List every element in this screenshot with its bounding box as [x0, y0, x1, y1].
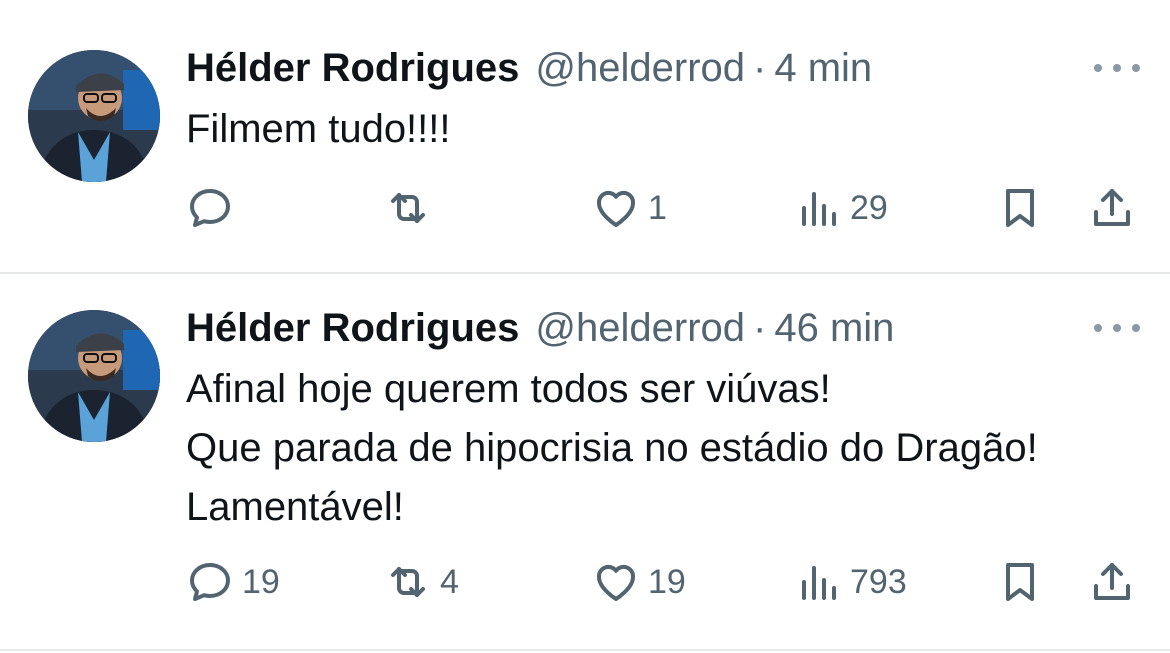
tweet-header: Hélder Rodrigues @helderrod · 46 min	[186, 306, 894, 354]
tweet-text-line: Que parada de hipocrisia no estádio do D…	[186, 426, 1038, 470]
tweet-text: Afinal hoje querem todos ser viúvas! Que…	[186, 360, 1038, 537]
separator-dot: ·	[753, 306, 767, 350]
bookmark-button[interactable]	[996, 552, 1044, 612]
reply-button[interactable]: 19	[186, 552, 280, 612]
speech-bubble-icon	[190, 563, 230, 601]
heart-icon	[597, 564, 635, 601]
tweet-text-line: Afinal hoje querem todos ser viúvas!	[186, 367, 831, 411]
retweet-arrows-icon	[391, 567, 425, 597]
timestamp[interactable]: 46 min	[774, 306, 894, 351]
retweet-button[interactable]: 4	[384, 552, 459, 612]
action-bar: 19 4 19 793	[0, 552, 1170, 612]
like-button[interactable]: 19	[592, 552, 686, 612]
bookmark-icon	[1006, 563, 1034, 601]
share-upload-icon	[1094, 563, 1130, 600]
tweet[interactable]: Hélder Rodrigues @helderrod · 46 min Afi…	[0, 0, 1170, 601]
tweet-text-line: Lamentável!	[186, 485, 404, 529]
views-button[interactable]: 793	[794, 552, 907, 612]
share-button[interactable]	[1088, 552, 1136, 612]
like-count: 19	[648, 562, 686, 601]
bar-chart-icon	[802, 566, 836, 600]
retweet-count: 4	[440, 562, 459, 601]
author-handle[interactable]: @helderrod	[535, 306, 745, 351]
tweet-divider	[0, 649, 1170, 651]
avatar[interactable]	[28, 310, 160, 442]
views-count: 793	[850, 562, 907, 601]
reply-count: 19	[242, 562, 280, 601]
author-name[interactable]: Hélder Rodrigues	[186, 306, 519, 351]
more-dots-icon[interactable]	[1094, 318, 1140, 338]
